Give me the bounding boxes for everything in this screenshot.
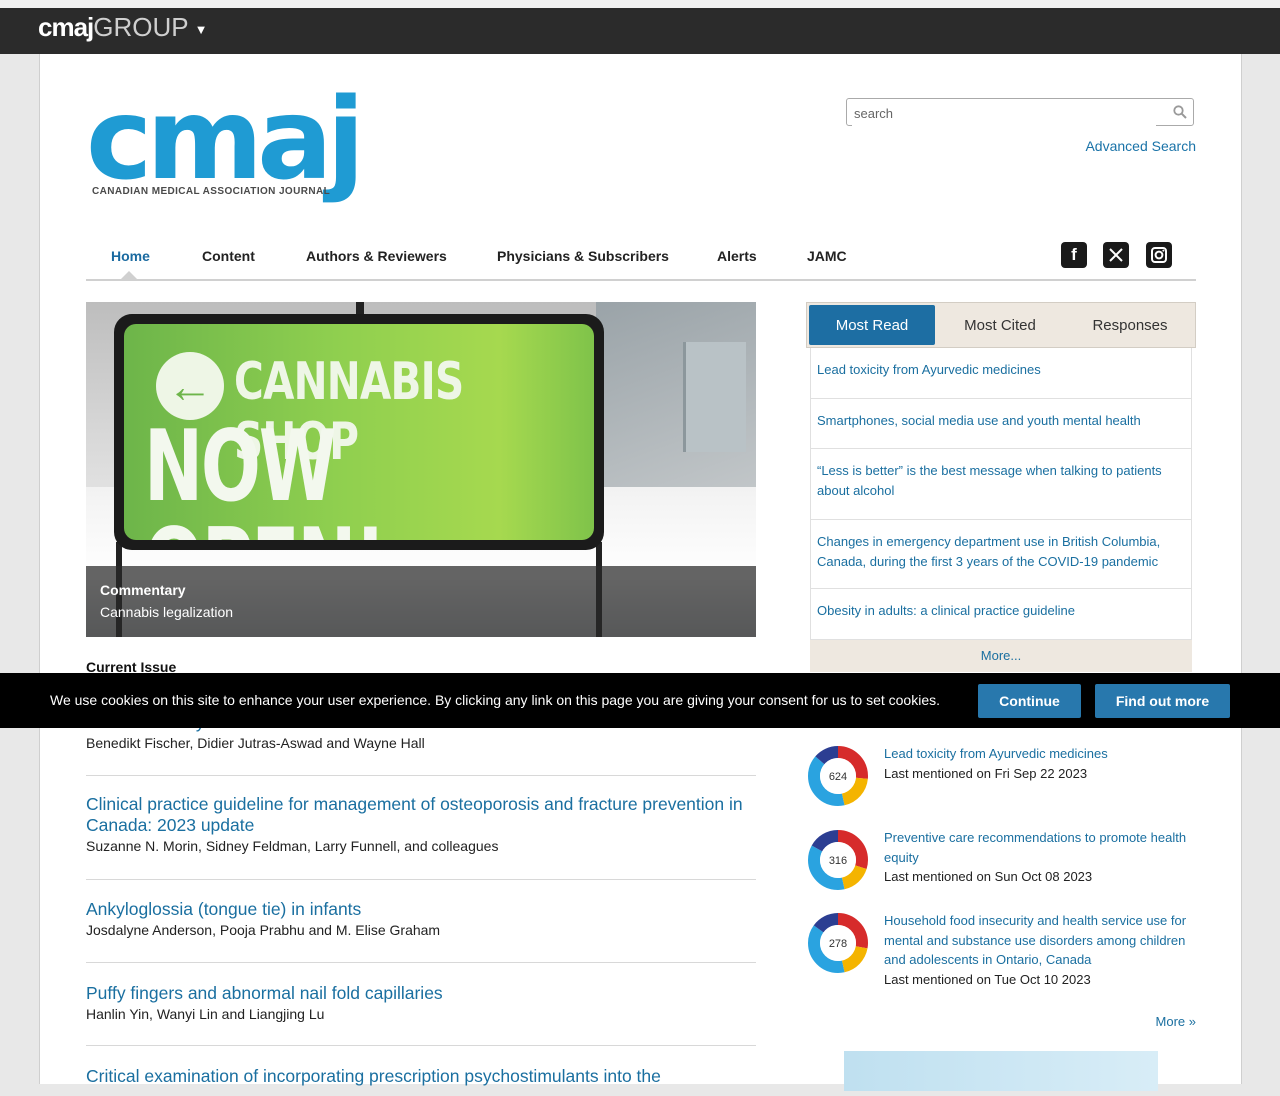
altmetric-more-link[interactable]: More » [1156,1014,1196,1029]
article-item: Clinical practice guideline for manageme… [86,794,756,880]
article-authors: Josdalyne Anderson, Pooja Prabhu and M. … [86,922,441,938]
article-item: Puffy fingers and abnormal nail fold cap… [86,983,756,1046]
group-topbar: cmaj GROUP ▼ [0,0,1280,54]
hero-title[interactable]: Cannabis legalization [100,604,233,620]
tab-most-cited[interactable]: Most Cited [937,305,1063,345]
nav-home[interactable]: Home [111,248,150,264]
altmetric-title[interactable]: Preventive care recommendations to promo… [884,828,1196,867]
chevron-down-icon: ▼ [194,22,208,37]
advanced-search-link[interactable]: Advanced Search [1085,138,1196,154]
logo-subtitle: CANADIAN MEDICAL ASSOCIATION JOURNAL [92,186,331,197]
altmetric-text: Lead toxicity from Ayurvedic medicines L… [884,744,1108,783]
nav-content[interactable]: Content [202,248,255,264]
altmetric-mentioned: Last mentioned on Fri Sep 22 2023 [884,765,1088,781]
altmetric-mentioned: Last mentioned on Tue Oct 10 2023 [884,971,1091,987]
article-title[interactable]: Puffy fingers and abnormal nail fold cap… [86,983,756,1004]
tab-most-read[interactable]: Most Read [809,305,935,345]
most-read-list: Lead toxicity from Ayurvedic medicines S… [810,348,1192,672]
article-authors: Suzanne N. Morin, Sidney Feldman, Larry … [86,838,499,854]
group-logo-bold: cmaj [38,12,94,42]
cookie-continue-button[interactable]: Continue [978,684,1081,718]
altmetric-text: Preventive care recommendations to promo… [884,828,1196,887]
altmetric-title[interactable]: Lead toxicity from Ayurvedic medicines [884,744,1108,764]
hero-feature[interactable]: ← CANNABIS SHOP NOW OPEN! Commentary Can… [86,302,756,637]
nav-authors-reviewers[interactable]: Authors & Reviewers [306,248,447,264]
nav-physicians-subscribers[interactable]: Physicians & Subscribers [497,248,669,264]
sidebar-tabs: Most Read Most Cited Responses [806,302,1196,348]
altmetric-score: 316 [829,855,847,867]
cmaj-logo[interactable]: cmaj CANADIAN MEDICAL ASSOCIATION JOURNA… [86,84,366,216]
most-read-more-link[interactable]: More... [810,640,1192,672]
cookie-banner: We use cookies on this site to enhance y… [0,673,1280,728]
sign-face: ← CANNABIS SHOP NOW OPEN! [124,324,594,540]
article-title[interactable]: Critical examination of incorporating pr… [86,1066,756,1087]
cmaj-group-menu[interactable]: cmaj GROUP ▼ [38,12,207,43]
cookie-find-out-more-button[interactable]: Find out more [1095,684,1230,718]
article-title[interactable]: Clinical practice guideline for manageme… [86,794,756,836]
most-read-item[interactable]: Lead toxicity from Ayurvedic medicines [810,348,1192,399]
altmetric-text: Household food insecurity and health ser… [884,911,1196,989]
article-authors: Benedikt Fischer, Didier Jutras-Aswad an… [86,735,425,751]
article-title[interactable]: Ankyloglossia (tongue tie) in infants [86,899,756,920]
altmetric-donut[interactable]: 278 [806,911,870,975]
altmetric-title[interactable]: Household food insecurity and health ser… [884,911,1196,970]
cannabis-sign: ← CANNABIS SHOP NOW OPEN! [114,314,604,550]
altmetric-mentioned: Last mentioned on Sun Oct 08 2023 [884,869,1093,884]
altmetric-score: 624 [829,771,847,783]
active-nav-indicator [120,271,138,280]
main-nav: Home Content Authors & Reviewers Physici… [86,240,1196,281]
page-container: cmaj CANADIAN MEDICAL ASSOCIATION JOURNA… [39,54,1242,1091]
altmetric-donut[interactable]: 624 [806,744,870,808]
most-read-item[interactable]: Obesity in adults: a clinical practice g… [810,589,1192,640]
most-read-item[interactable]: “Less is better” is the best message whe… [810,449,1192,520]
hero-caption: Commentary Cannabis legalization [86,566,756,637]
instagram-icon[interactable] [1146,242,1172,268]
most-read-item[interactable]: Changes in emergency department use in B… [810,520,1192,589]
search-icon[interactable] [1173,105,1187,124]
search-box [846,98,1194,126]
most-read-item[interactable]: Smartphones, social media use and youth … [810,399,1192,449]
altmetric-donut[interactable]: 316 [806,828,870,892]
nav-alerts[interactable]: Alerts [717,248,757,264]
article-item: Ankyloglossia (tongue tie) in infants Jo… [86,899,756,963]
x-icon[interactable] [1103,242,1129,268]
search-input[interactable] [852,100,1156,126]
altmetric-score: 278 [829,938,847,950]
cookie-message: We use cookies on this site to enhance y… [50,692,941,708]
facebook-icon[interactable]: f [1061,242,1087,268]
sidebar-banner-image[interactable] [844,1051,1158,1091]
article-authors: Hanlin Yin, Wanyi Lin and Liangjing Lu [86,1006,325,1022]
hero-kicker: Commentary [100,582,186,598]
group-logo-light: GROUP [93,12,189,42]
tab-responses[interactable]: Responses [1067,305,1193,345]
logo-word: cmaj [86,75,365,205]
sign-line-2: NOW OPEN! [144,410,386,540]
article-item: Critical examination of incorporating pr… [86,1066,756,1096]
hero-background-building [683,342,746,452]
nav-jamc[interactable]: JAMC [807,248,847,264]
